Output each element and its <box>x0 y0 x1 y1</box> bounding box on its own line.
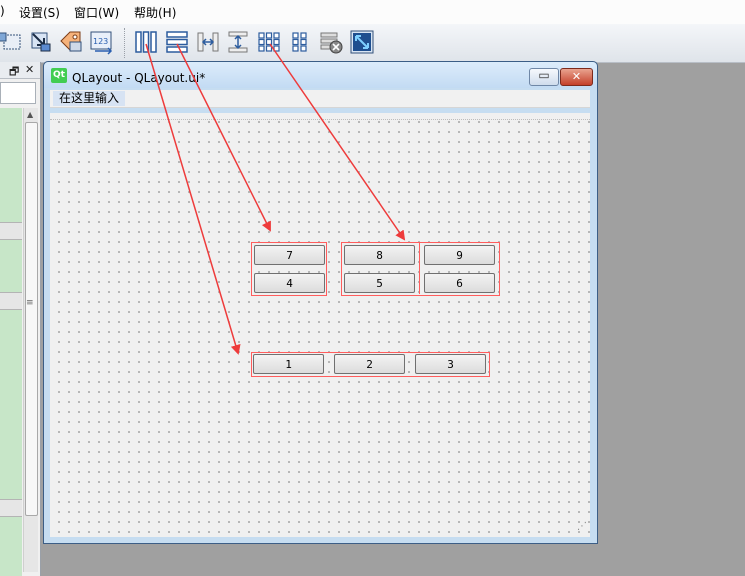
widget-box-dock: 🗗 ✕ ▲ ≡ <box>0 62 41 576</box>
grid-layout-icon[interactable] <box>256 29 282 55</box>
float-icon[interactable]: 🗗 <box>9 63 19 82</box>
type-here-menu-item[interactable]: 在这里输入 <box>53 91 126 106</box>
widget-filter-input[interactable] <box>0 82 36 104</box>
push-button-8[interactable]: 8 <box>344 245 415 265</box>
form-canvas[interactable]: 7 4 8 9 5 6 1 2 3 ⋰ <box>50 113 590 537</box>
vertical-splitter-icon[interactable] <box>225 29 251 55</box>
form-layout-icon[interactable] <box>287 29 313 55</box>
horizontal-layout-icon[interactable] <box>133 29 159 55</box>
svg-text:123: 123 <box>93 37 108 46</box>
push-button-9[interactable]: 9 <box>424 245 495 265</box>
widget-editing-icon[interactable] <box>28 29 54 55</box>
toolbar: 123 <box>0 24 745 63</box>
widget-list <box>0 108 22 576</box>
scroll-grip-icon: ≡ <box>26 298 34 308</box>
form-menu-bar: 在这里输入 <box>50 90 590 108</box>
menu-bar: ) 设置(S) 窗口(W) 帮助(H) <box>0 0 745 25</box>
tab-order-icon[interactable]: 123 <box>89 29 115 55</box>
toolbar-separator <box>124 28 127 58</box>
widget-category[interactable] <box>0 499 22 517</box>
widget-category[interactable] <box>0 292 22 310</box>
adjust-size-icon[interactable] <box>0 29 26 55</box>
grid-layout-divider <box>419 243 420 294</box>
menu-item-truncated[interactable]: ) <box>0 4 5 18</box>
push-button-7[interactable]: 7 <box>254 245 325 265</box>
push-button-5[interactable]: 5 <box>344 273 415 293</box>
close-icon[interactable]: ✕ <box>25 63 34 76</box>
horizontal-splitter-icon[interactable] <box>195 29 221 55</box>
menu-item-help[interactable]: 帮助(H) <box>134 4 176 21</box>
widget-list-scrollbar[interactable]: ▲ ≡ <box>23 108 38 572</box>
widget-category[interactable] <box>0 222 22 240</box>
menu-item-window[interactable]: 窗口(W) <box>74 4 119 21</box>
canvas-top-line <box>50 119 590 120</box>
push-button-3[interactable]: 3 <box>415 354 486 374</box>
window-title: QLayout - QLayout.ui* <box>72 71 206 85</box>
push-button-6[interactable]: 6 <box>424 273 495 293</box>
push-button-2[interactable]: 2 <box>334 354 405 374</box>
push-button-1[interactable]: 1 <box>253 354 324 374</box>
vertical-layout-icon[interactable] <box>164 29 190 55</box>
menu-item-settings[interactable]: 设置(S) <box>19 4 60 21</box>
edit-buddies-icon[interactable] <box>58 29 84 55</box>
scroll-up-icon[interactable]: ▲ <box>27 110 33 119</box>
dock-title-bar: 🗗 ✕ <box>0 62 40 79</box>
qt-logo-icon: Qt <box>51 68 67 83</box>
window-title-bar[interactable]: Qt QLayout - QLayout.ui* ▭ ✕ <box>44 62 597 88</box>
adjust-size-icon[interactable] <box>349 29 375 55</box>
form-window: Qt QLayout - QLayout.ui* ▭ ✕ 在这里输入 7 4 8… <box>43 61 598 544</box>
push-button-4[interactable]: 4 <box>254 273 325 293</box>
close-button[interactable]: ✕ <box>560 68 593 86</box>
break-layout-icon[interactable] <box>318 29 344 55</box>
scrollbar-thumb[interactable] <box>25 122 38 516</box>
size-grip-icon[interactable]: ⋰ <box>577 521 587 532</box>
minimize-button[interactable]: ▭ <box>529 68 559 86</box>
